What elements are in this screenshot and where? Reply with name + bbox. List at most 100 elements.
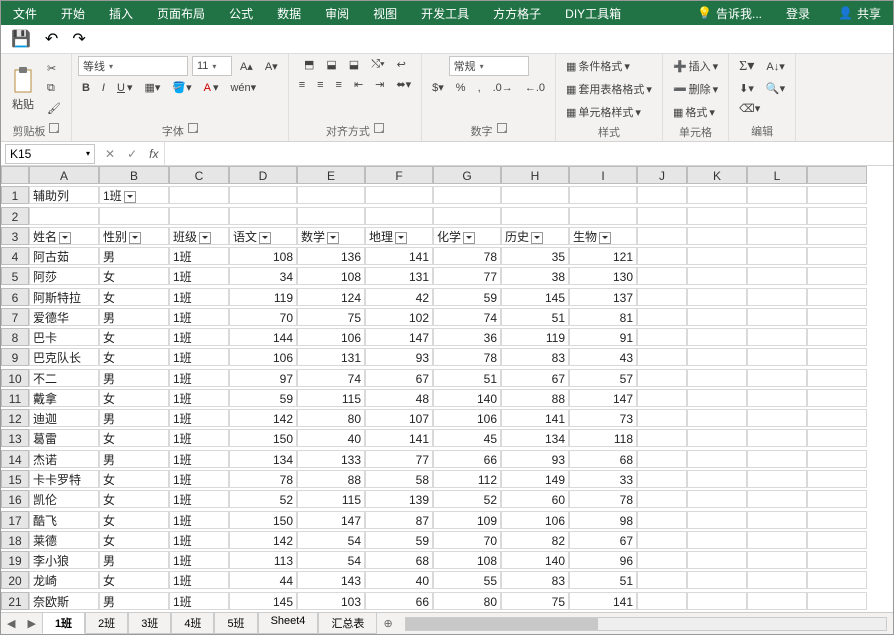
cell[interactable]: 女: [99, 571, 169, 589]
cell[interactable]: 112: [433, 470, 501, 488]
cell[interactable]: 1班: [169, 551, 229, 569]
row-header[interactable]: 21: [1, 592, 29, 610]
cell[interactable]: [747, 409, 807, 427]
cell[interactable]: 男: [99, 409, 169, 427]
underline-button[interactable]: U▾: [113, 79, 136, 96]
cell[interactable]: 139: [365, 490, 433, 508]
cell[interactable]: 1班: [169, 531, 229, 549]
cell[interactable]: [687, 592, 747, 610]
cell[interactable]: 阿斯特拉: [29, 288, 99, 306]
cell[interactable]: [747, 267, 807, 285]
sheet-tab[interactable]: 5班: [214, 612, 257, 634]
cell[interactable]: 54: [297, 531, 365, 549]
cell[interactable]: 68: [569, 450, 637, 468]
cell[interactable]: 莱德: [29, 531, 99, 549]
cell[interactable]: [687, 227, 747, 245]
cell[interactable]: [637, 207, 687, 225]
share-button[interactable]: 👤共享: [822, 1, 893, 25]
cell[interactable]: [169, 186, 229, 204]
filter-dropdown-icon[interactable]: [327, 232, 339, 244]
redo-icon[interactable]: ↷: [68, 27, 89, 51]
cell[interactable]: [687, 348, 747, 366]
cell[interactable]: 78: [229, 470, 297, 488]
cell[interactable]: 67: [501, 369, 569, 387]
cell[interactable]: 143: [297, 571, 365, 589]
cell[interactable]: 78: [433, 348, 501, 366]
cell[interactable]: 女: [99, 470, 169, 488]
cell[interactable]: 68: [365, 551, 433, 569]
cell[interactable]: 78: [433, 247, 501, 265]
cell[interactable]: [687, 531, 747, 549]
cell[interactable]: [637, 551, 687, 569]
filter-dropdown-icon[interactable]: [59, 232, 71, 244]
dialog-launcher-icon[interactable]: [374, 123, 384, 133]
cell[interactable]: 83: [501, 348, 569, 366]
tab-page-layout[interactable]: 页面布局: [145, 1, 217, 25]
cell[interactable]: 130: [569, 267, 637, 285]
cell[interactable]: 70: [229, 308, 297, 326]
cell[interactable]: [807, 450, 867, 468]
cell[interactable]: 戴拿: [29, 389, 99, 407]
format-cells-button[interactable]: ▦ 格式▾: [669, 102, 719, 122]
cell[interactable]: 141: [569, 592, 637, 610]
cell[interactable]: 51: [433, 369, 501, 387]
new-sheet-icon[interactable]: ⊕: [377, 617, 398, 630]
cell[interactable]: 1班: [169, 369, 229, 387]
cell[interactable]: 141: [501, 409, 569, 427]
cell[interactable]: 150: [229, 429, 297, 447]
cell[interactable]: [637, 186, 687, 204]
cell[interactable]: [637, 267, 687, 285]
filter-dropdown-icon[interactable]: [259, 232, 271, 244]
cell[interactable]: 卡卡罗特: [29, 470, 99, 488]
signin-button[interactable]: 登录: [774, 1, 822, 25]
cell[interactable]: 女: [99, 348, 169, 366]
comma-icon[interactable]: ,: [474, 80, 485, 96]
fx-icon[interactable]: fx: [143, 147, 164, 161]
filter-dropdown-icon[interactable]: [599, 232, 611, 244]
cell[interactable]: 147: [297, 511, 365, 529]
tab-file[interactable]: 文件: [1, 1, 49, 25]
format-painter-icon[interactable]: 🖌: [43, 100, 65, 117]
cell[interactable]: [637, 511, 687, 529]
cell[interactable]: 1班: [99, 186, 169, 204]
cell[interactable]: 迪迦: [29, 409, 99, 427]
filter-dropdown-icon[interactable]: [124, 191, 136, 203]
row-header[interactable]: 7: [1, 308, 29, 326]
cell[interactable]: 女: [99, 511, 169, 529]
cell[interactable]: [687, 369, 747, 387]
cell[interactable]: 142: [229, 531, 297, 549]
border-button[interactable]: ▦▾: [140, 79, 164, 96]
name-box[interactable]: K15▾: [5, 144, 95, 164]
cell[interactable]: 140: [501, 551, 569, 569]
cell[interactable]: 74: [433, 308, 501, 326]
column-header[interactable]: H: [501, 166, 569, 184]
cell[interactable]: 1班: [169, 328, 229, 346]
cell[interactable]: [807, 186, 867, 204]
cell[interactable]: [637, 571, 687, 589]
cell[interactable]: 145: [229, 592, 297, 610]
cell[interactable]: 131: [297, 348, 365, 366]
tab-fanggezi[interactable]: 方方格子: [481, 1, 553, 25]
cell[interactable]: 葛雷: [29, 429, 99, 447]
cell[interactable]: 姓名: [29, 227, 99, 245]
cell[interactable]: [637, 429, 687, 447]
increase-font-icon[interactable]: A▴: [236, 58, 257, 75]
column-header[interactable]: I: [569, 166, 637, 184]
cell[interactable]: 66: [365, 592, 433, 610]
cell[interactable]: 106: [297, 328, 365, 346]
cell[interactable]: [807, 369, 867, 387]
cell[interactable]: [637, 328, 687, 346]
column-header[interactable]: L: [747, 166, 807, 184]
copy-icon[interactable]: ⧉: [43, 80, 65, 97]
cell[interactable]: [807, 247, 867, 265]
cell[interactable]: 性别: [99, 227, 169, 245]
dialog-launcher-icon[interactable]: [49, 123, 59, 133]
dialog-launcher-icon[interactable]: [188, 123, 198, 133]
column-header[interactable]: K: [687, 166, 747, 184]
cell[interactable]: [807, 207, 867, 225]
cell[interactable]: 74: [297, 369, 365, 387]
fill-button[interactable]: ⬇▾: [735, 80, 758, 97]
cell[interactable]: 女: [99, 267, 169, 285]
cell[interactable]: [365, 207, 433, 225]
number-format-combo[interactable]: 常规▾: [449, 56, 529, 76]
